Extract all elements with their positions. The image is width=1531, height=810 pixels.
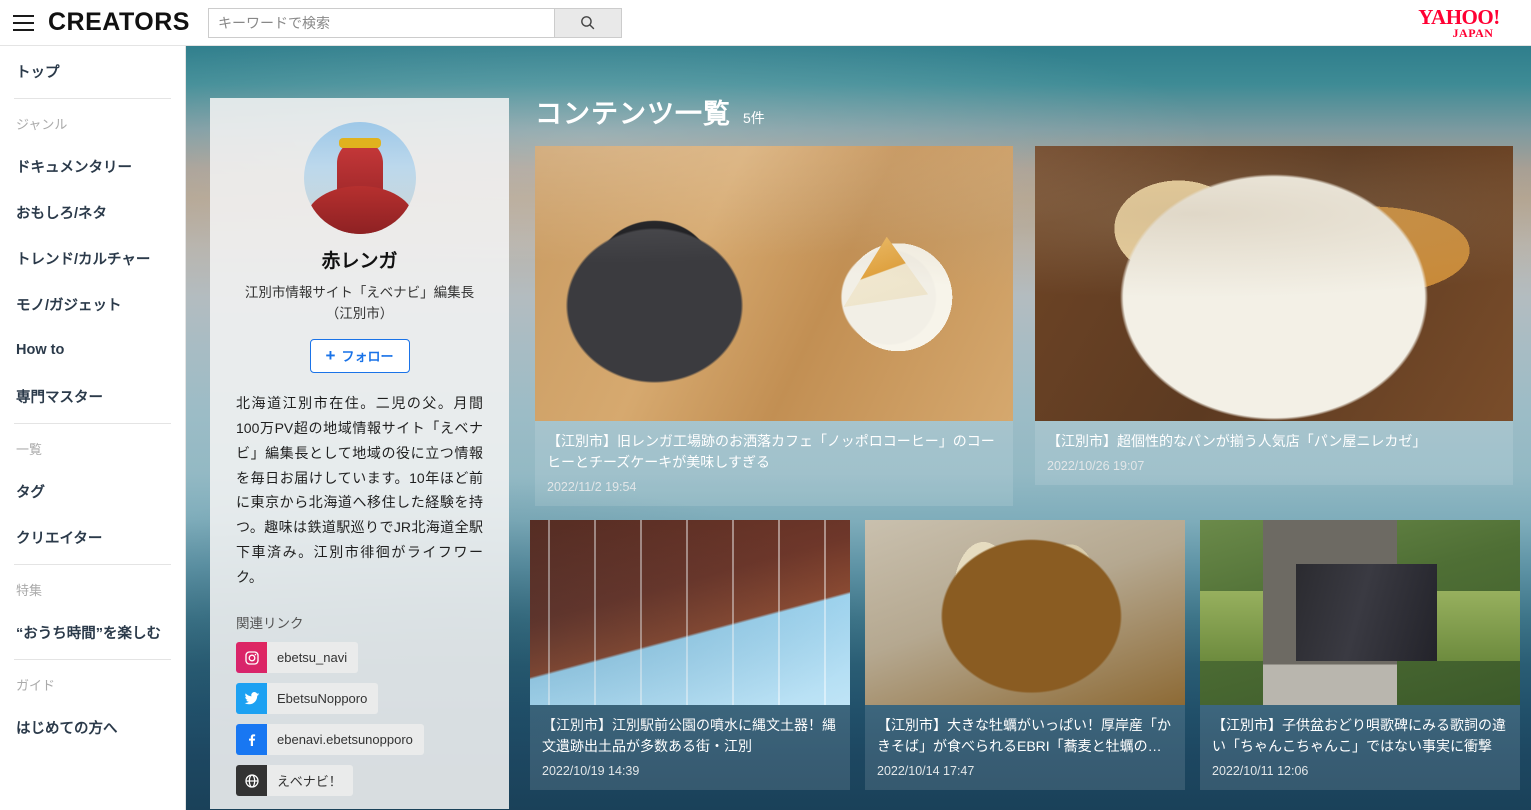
follow-button-label: フォロー	[341, 349, 394, 365]
related-link-website[interactable]: えベナビ！	[236, 765, 353, 797]
card-body: 【江別市】子供盆おどり唄歌碑にみる歌詞の違い「ちゃんこちゃんこ」ではない事実に衝…	[1200, 705, 1520, 790]
sidebar-heading-guide: ガイド	[16, 677, 56, 693]
card-thumbnail	[865, 520, 1185, 705]
sidebar-item-tag[interactable]: タグ	[0, 468, 185, 514]
twitter-icon	[236, 683, 267, 715]
card-thumbnail	[1035, 146, 1513, 421]
creator-bio: 北海道江別市在住。二児の父。月間100万PV超の地域情報サイト「えベナビ」編集長…	[236, 394, 483, 586]
hamburger-menu-icon[interactable]	[0, 0, 46, 46]
card-date: 2022/10/14 17:47	[877, 764, 975, 778]
related-link-label: ebetsu_navi	[277, 650, 348, 666]
sidebar-item-omoshiro-neta[interactable]: おもしろ/ネタ	[0, 189, 185, 235]
related-links-heading: 関連リンク	[236, 616, 304, 632]
content-card[interactable]: 【江別市】江別駅前公園の噴水に縄文土器！縄文遺跡出土品が多数ある街・江別 202…	[530, 520, 850, 790]
sidebar-item-mono-gadget[interactable]: モノ/ガジェット	[0, 281, 185, 327]
card-date: 2022/10/11 12:06	[1212, 764, 1309, 778]
card-title: 【江別市】旧レンガ工場跡のお洒落カフェ「ノッポロコーヒー」のコーヒーとチーズケー…	[547, 433, 995, 470]
card-body: 【江別市】超個性的なパンが揃う人気店「パン屋ニレカゼ」 2022/10/26 1…	[1035, 421, 1513, 485]
content-card[interactable]: 【江別市】子供盆おどり唄歌碑にみる歌詞の違い「ちゃんこちゃんこ」ではない事実に衝…	[1200, 520, 1520, 790]
related-link-label: ebenavi.ebetsunopporo	[277, 732, 413, 748]
top-header: CREATORS YAHOO! JAPAN	[0, 0, 1531, 46]
facebook-icon	[236, 724, 267, 756]
content-card[interactable]: 【江別市】超個性的なパンが揃う人気店「パン屋ニレカゼ」 2022/10/26 1…	[1035, 146, 1513, 506]
search-icon	[581, 16, 595, 30]
card-title: 【江別市】超個性的なパンが揃う人気店「パン屋ニレカゼ」	[1047, 433, 1427, 449]
search-input[interactable]	[207, 7, 554, 38]
site-logo-creators[interactable]: CREATORS	[48, 8, 190, 37]
card-body: 【江別市】旧レンガ工場跡のお洒落カフェ「ノッポロコーヒー」のコーヒーとチーズケー…	[535, 421, 1013, 506]
card-date: 2022/10/19 14:39	[542, 764, 640, 778]
content-list-header: コンテンツ一覧 5件	[535, 92, 765, 131]
card-title: 【江別市】大きな牡蠣がいっぱい！厚岸産「かきそば」が食べられるEBRI「蕎麦と牡…	[877, 717, 1171, 754]
sidebar-item-getting-started[interactable]: はじめての方へ	[0, 704, 185, 750]
sidebar-item-how-to[interactable]: How to	[0, 327, 185, 373]
avatar-shoulders	[305, 186, 414, 234]
search-button[interactable]	[553, 7, 622, 38]
svg-text:JAPAN: JAPAN	[1453, 26, 1494, 40]
content-grid-row-bottom: 【江別市】江別駅前公園の噴水に縄文土器！縄文遺跡出土品が多数ある街・江別 202…	[530, 520, 1520, 790]
content-count: 5件	[743, 110, 765, 126]
creator-role: 江別市情報サイト「えベナビ」編集長（江別市）	[244, 285, 475, 321]
card-thumbnail	[1200, 520, 1520, 705]
plus-icon: +	[325, 346, 336, 366]
related-link-instagram[interactable]: ebetsu_navi	[236, 642, 359, 674]
card-body: 【江別市】江別駅前公園の噴水に縄文土器！縄文遺跡出土品が多数ある街・江別 202…	[530, 705, 850, 790]
globe-icon	[236, 765, 267, 797]
content-card[interactable]: 【江別市】旧レンガ工場跡のお洒落カフェ「ノッポロコーヒー」のコーヒーとチーズケー…	[535, 146, 1013, 506]
sidebar-heading-feature: 特集	[16, 582, 43, 598]
card-date: 2022/11/2 19:54	[547, 480, 637, 494]
sidebar-item-top[interactable]: トップ	[0, 48, 185, 94]
sidebar-item-ouchi-jikan[interactable]: “おうち時間”を楽しむ	[0, 609, 185, 655]
card-thumbnail	[530, 520, 850, 705]
related-link-label: EbetsuNopporo	[277, 691, 368, 707]
follow-button[interactable]: + フォロー	[309, 338, 410, 373]
search-bar	[207, 7, 622, 38]
sidebar-divider	[14, 659, 171, 660]
avatar	[303, 122, 416, 234]
content-grid-row-top: 【江別市】旧レンガ工場跡のお洒落カフェ「ノッポロコーヒー」のコーヒーとチーズケー…	[535, 146, 1513, 506]
card-body: 【江別市】大きな牡蠣がいっぱい！厚岸産「かきそば」が食べられるEBRI「蕎麦と牡…	[865, 705, 1185, 790]
card-title: 【江別市】子供盆おどり唄歌碑にみる歌詞の違い「ちゃんこちゃんこ」ではない事実に衝…	[1212, 717, 1506, 754]
creator-name: 赤レンガ	[321, 251, 398, 272]
sidebar-item-creator[interactable]: クリエイター	[0, 514, 185, 560]
sidebar-item-senmon-master[interactable]: 専門マスター	[0, 373, 185, 419]
yahoo-japan-logo[interactable]: YAHOO! JAPAN	[1381, 4, 1523, 42]
instagram-icon	[236, 642, 267, 674]
related-link-facebook[interactable]: ebenavi.ebetsunopporo	[236, 724, 424, 756]
sidebar-divider	[14, 98, 171, 99]
content-card[interactable]: 【江別市】大きな牡蠣がいっぱい！厚岸産「かきそば」が食べられるEBRI「蕎麦と牡…	[865, 520, 1185, 790]
sidebar-item-trend-culture[interactable]: トレンド/カルチャー	[0, 235, 185, 281]
avatar-hat	[338, 138, 381, 148]
left-sidebar: トップ ジャンル ドキュメンタリー おもしろ/ネタ トレンド/カルチャー モノ/…	[0, 46, 186, 810]
hamburger-line	[12, 21, 34, 24]
sidebar-divider	[14, 564, 171, 565]
page-title: コンテンツ一覧	[535, 99, 731, 129]
hamburger-line	[12, 28, 34, 31]
sidebar-divider	[14, 423, 171, 424]
sidebar-heading-genre: ジャンル	[16, 116, 68, 132]
yahoo-japan-logo-icon: YAHOO! JAPAN	[1418, 5, 1500, 40]
related-link-label: えベナビ！	[277, 774, 342, 790]
main-content-area: 赤レンガ 江別市情報サイト「えベナビ」編集長（江別市） + フォロー 北海道江別…	[186, 46, 1531, 810]
sidebar-heading-list: 一覧	[16, 441, 43, 457]
card-title: 【江別市】江別駅前公園の噴水に縄文土器！縄文遺跡出土品が多数ある街・江別	[542, 717, 836, 754]
related-link-twitter[interactable]: EbetsuNopporo	[236, 683, 379, 715]
card-date: 2022/10/26 19:07	[1047, 459, 1145, 473]
creator-profile-card: 赤レンガ 江別市情報サイト「えベナビ」編集長（江別市） + フォロー 北海道江別…	[210, 98, 509, 809]
sidebar-item-documentary[interactable]: ドキュメンタリー	[0, 143, 185, 189]
hamburger-line	[12, 14, 34, 17]
card-thumbnail	[535, 146, 1013, 421]
